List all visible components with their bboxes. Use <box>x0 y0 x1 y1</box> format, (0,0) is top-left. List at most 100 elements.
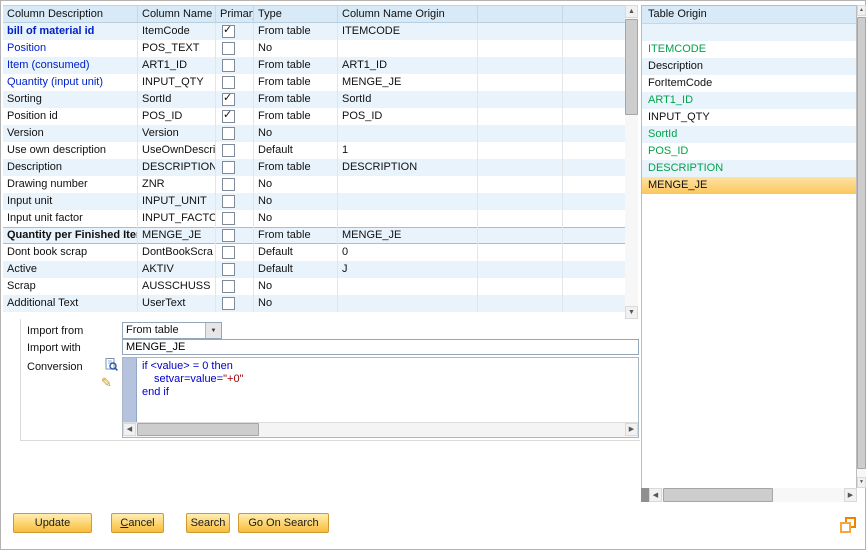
cell-primary <box>216 193 254 210</box>
table-row[interactable]: Input unit factor INPUT_FACTO No <box>3 210 625 227</box>
left-arrow-icon: ◀ <box>653 492 658 499</box>
scrollbar-splitter-box[interactable] <box>641 488 649 502</box>
primary-checkbox[interactable] <box>222 59 235 72</box>
origin-item[interactable]: SortId <box>642 126 856 143</box>
down-arrow-icon: ▼ <box>628 309 635 316</box>
primary-checkbox[interactable]: ✓ <box>222 110 235 123</box>
table-row[interactable]: Drawing number ZNR No <box>3 176 625 193</box>
scroll-down-button[interactable]: ▼ <box>625 306 638 319</box>
cell-type: No <box>254 295 338 312</box>
table-row[interactable]: Sorting SortId ✓ From table SortId <box>3 91 625 108</box>
origin-vertical-scrollbar[interactable]: ▲ ▼ <box>857 5 866 488</box>
header-primary: Primary <box>216 6 254 23</box>
primary-checkbox[interactable] <box>222 144 235 157</box>
import-from-select[interactable]: From table ▼ <box>122 322 222 339</box>
origin-horizontal-scrollbar[interactable]: ◀ ▶ <box>641 488 857 502</box>
primary-checkbox[interactable] <box>222 229 235 242</box>
table-row-selected[interactable]: Quantity per Finished Item MENGE_JE From… <box>3 227 625 244</box>
cell-description: Item (consumed) <box>3 57 138 74</box>
scrollbar-thumb[interactable] <box>625 19 638 115</box>
scroll-down-button[interactable]: ▼ <box>857 477 866 488</box>
scroll-right-button[interactable]: ▶ <box>625 423 638 436</box>
scrollbar-thumb[interactable] <box>137 423 259 436</box>
cell-description: Version <box>3 125 138 142</box>
go-on-search-button[interactable]: Go On Search <box>238 513 329 533</box>
table-row[interactable]: Description DESCRIPTION From table DESCR… <box>3 159 625 176</box>
primary-checkbox[interactable] <box>222 195 235 208</box>
check-icon: ✓ <box>223 91 232 106</box>
primary-checkbox[interactable] <box>222 246 235 259</box>
scroll-left-button[interactable]: ◀ <box>123 423 136 436</box>
scroll-up-button[interactable]: ▲ <box>625 5 638 18</box>
cell-description: bill of material id <box>3 23 138 40</box>
preview-icon[interactable] <box>105 358 118 371</box>
wand-icon[interactable]: ✎ <box>101 375 112 391</box>
cell-name: SortId <box>138 91 216 108</box>
cell-description: Scrap <box>3 278 138 295</box>
scrollbar-thumb[interactable] <box>857 17 866 469</box>
scrollbar-thumb[interactable] <box>663 488 773 502</box>
table-row[interactable]: Version Version No <box>3 125 625 142</box>
primary-checkbox[interactable] <box>222 297 235 310</box>
scroll-right-button[interactable]: ▶ <box>844 488 857 502</box>
primary-checkbox[interactable] <box>222 263 235 276</box>
table-row[interactable]: Scrap AUSSCHUSS No <box>3 278 625 295</box>
primary-checkbox[interactable] <box>222 127 235 140</box>
primary-checkbox[interactable] <box>222 42 235 55</box>
chevron-down-icon: ▼ <box>211 328 217 334</box>
search-button[interactable]: Search <box>186 513 230 533</box>
table-row[interactable]: Input unit INPUT_UNIT No <box>3 193 625 210</box>
scroll-up-button[interactable]: ▲ <box>857 5 866 16</box>
header-filler <box>478 6 563 23</box>
table-row[interactable]: Quantity (input unit) INPUT_QTY From tab… <box>3 74 625 91</box>
cell-origin: SortId <box>338 91 478 108</box>
cell-origin <box>338 193 478 210</box>
cell-description: Input unit factor <box>3 210 138 227</box>
origin-item[interactable]: ART1_ID <box>642 92 856 109</box>
primary-checkbox[interactable] <box>222 161 235 174</box>
dropdown-button[interactable]: ▼ <box>205 323 221 338</box>
table-origin-panel: Table Origin ITEMCODE Description ForIte… <box>641 5 857 502</box>
primary-checkbox[interactable] <box>222 76 235 89</box>
table-row[interactable]: bill of material id ItemCode ✓ From tabl… <box>3 23 625 40</box>
origin-item[interactable]: INPUT_QTY <box>642 109 856 126</box>
editor-horizontal-scrollbar[interactable]: ◀ ▶ <box>123 422 638 437</box>
origin-item-selected[interactable]: MENGE_JE <box>642 177 856 194</box>
primary-checkbox[interactable]: ✓ <box>222 93 235 106</box>
import-with-input[interactable] <box>122 339 639 355</box>
primary-checkbox[interactable] <box>222 212 235 225</box>
update-button[interactable]: Update <box>13 513 92 533</box>
cell-type: No <box>254 176 338 193</box>
header-filler <box>563 6 625 23</box>
code-line: if <value> = 0 then <box>137 360 638 373</box>
table-row[interactable]: Use own description UseOwnDescri Default… <box>3 142 625 159</box>
primary-checkbox[interactable] <box>222 280 235 293</box>
origin-item[interactable]: POS_ID <box>642 143 856 160</box>
origin-item[interactable]: ITEMCODE <box>642 41 856 58</box>
conversion-code-editor[interactable]: if <value> = 0 then setvar=value="+0" en… <box>122 357 639 438</box>
table-vertical-scrollbar[interactable]: ▲ ▼ <box>625 5 638 319</box>
table-row[interactable]: Position id POS_ID ✓ From table POS_ID <box>3 108 625 125</box>
origin-item[interactable]: Description <box>642 58 856 75</box>
table-row[interactable]: Position POS_TEXT No <box>3 40 625 57</box>
origin-item[interactable]: DESCRIPTION <box>642 160 856 177</box>
origin-item[interactable]: ForItemCode <box>642 75 856 92</box>
cell-primary <box>216 57 254 74</box>
origin-item[interactable] <box>642 24 856 41</box>
table-row[interactable]: Additional Text UserText No <box>3 295 625 312</box>
resize-layout-icon[interactable] <box>840 517 856 533</box>
cell-primary <box>216 244 254 261</box>
table-row[interactable]: Active AKTIV Default J <box>3 261 625 278</box>
scroll-left-button[interactable]: ◀ <box>649 488 662 502</box>
cell-primary: ✓ <box>216 91 254 108</box>
cell-origin <box>338 40 478 57</box>
import-from-label: Import from <box>27 323 117 340</box>
cancel-button[interactable]: Cancel <box>111 513 164 533</box>
conversion-code[interactable]: if <value> = 0 then setvar=value="+0" en… <box>137 358 638 423</box>
cell-origin: J <box>338 261 478 278</box>
primary-checkbox[interactable]: ✓ <box>222 25 235 38</box>
table-row[interactable]: Item (consumed) ART1_ID From table ART1_… <box>3 57 625 74</box>
table-row[interactable]: Dont book scrap DontBookScra Default 0 <box>3 244 625 261</box>
check-icon: ✓ <box>223 23 232 38</box>
primary-checkbox[interactable] <box>222 178 235 191</box>
